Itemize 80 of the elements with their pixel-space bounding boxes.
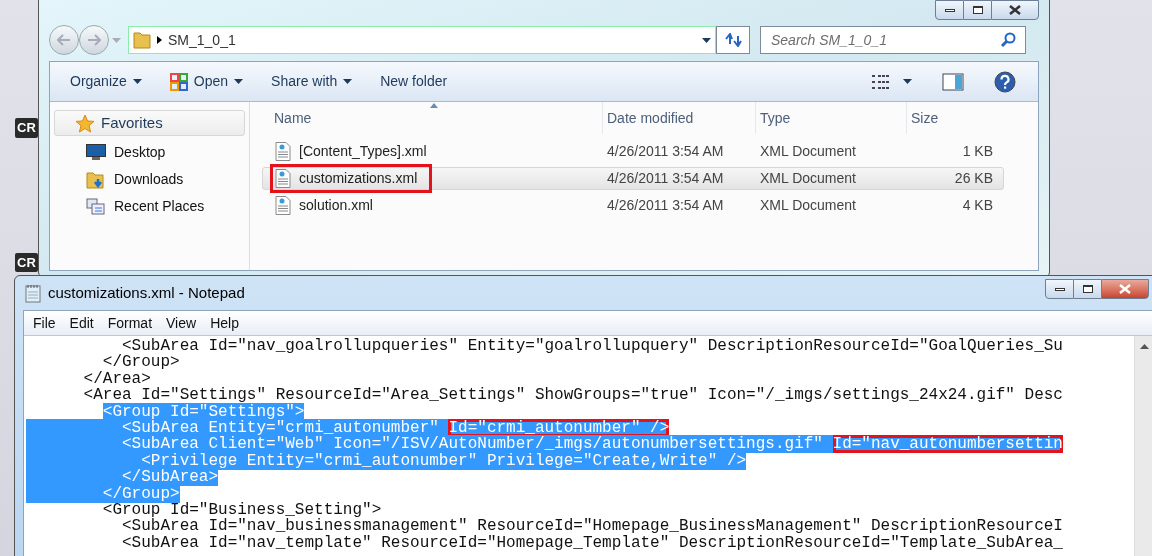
document-icon bbox=[275, 142, 291, 161]
search-field[interactable]: Search SM_1_0_1 bbox=[760, 26, 1026, 54]
scroll-up-arrow-icon bbox=[1140, 344, 1149, 349]
file-row[interactable]: [Content_Types].xml 4/26/2011 3:54 AM XML Document 1 KB bbox=[262, 140, 1004, 163]
column-header[interactable]: Name bbox=[262, 102, 602, 134]
chevron-icon bbox=[157, 36, 162, 44]
monitor-icon bbox=[86, 144, 106, 161]
caret-icon bbox=[234, 79, 244, 84]
view-list-icon[interactable] bbox=[871, 73, 891, 90]
toolbar-button[interactable]: New folder bbox=[380, 71, 448, 92]
code-line: </SubArea> bbox=[26, 469, 1134, 486]
sidebar-item[interactable]: Downloads bbox=[54, 169, 245, 190]
column-header[interactable]: Date modified bbox=[602, 102, 755, 134]
sidebar-item[interactable]: Recent Places bbox=[54, 196, 245, 217]
folder-download-icon bbox=[86, 170, 106, 189]
menu-item[interactable]: Format bbox=[102, 312, 158, 334]
file-row[interactable]: customizations.xml 4/26/2011 3:54 AM XML Document 26 KB bbox=[262, 167, 1004, 190]
folder-icon bbox=[133, 31, 151, 49]
toolbar-button[interactable]: Organize bbox=[70, 71, 142, 92]
window-title: customizations.xml - Notepad bbox=[48, 282, 245, 303]
toolbar-button[interactable]: Open bbox=[169, 71, 244, 92]
type-cell-text: XML Document bbox=[759, 142, 857, 161]
address-bar[interactable]: SM_1_0_1 bbox=[128, 26, 716, 54]
file-row[interactable]: solution.xml 4/26/2011 3:54 AM XML Document 4 KB bbox=[262, 194, 1004, 217]
maximize-button[interactable] bbox=[964, 0, 991, 20]
date-cell-text: 4/26/2011 3:54 AM bbox=[606, 142, 725, 161]
code-line: </Group> bbox=[102, 354, 181, 371]
file-name: customizations.xml bbox=[273, 167, 430, 190]
date-cell-text: 4/26/2011 3:54 AM bbox=[606, 169, 725, 188]
menu-item[interactable]: Edit bbox=[64, 312, 99, 334]
menu-item[interactable]: View bbox=[161, 312, 202, 334]
breadcrumb-text[interactable]: SM_1_0_1 bbox=[168, 29, 236, 51]
size-cell-text: 26 KB bbox=[953, 169, 993, 188]
desktop-icon-label[interactable]: CR bbox=[15, 252, 38, 272]
code-line: <Area Id="Settings" ResourceId="Area_Settings" ShowGroups="true" Icon="/_imgs/settings_24x24.gif" Desc bbox=[82, 387, 1064, 404]
minimize-button[interactable] bbox=[1045, 279, 1074, 299]
close-button[interactable] bbox=[991, 0, 1039, 20]
code-line: </Area> bbox=[82, 370, 151, 388]
column-header[interactable]: Size bbox=[906, 102, 994, 134]
code-line: <SubArea Id="nav_goalrollupqueries" Entity="goalrollupquery" DescriptionResourceId="GoalQueries_Su bbox=[122, 338, 1064, 355]
notepad-icon bbox=[25, 283, 42, 303]
size-cell-text: 4 KB bbox=[961, 196, 993, 215]
back-arrow-icon bbox=[57, 34, 71, 46]
favorites-header[interactable]: Favorites bbox=[54, 110, 245, 136]
vertical-scrollbar[interactable] bbox=[1134, 336, 1152, 556]
close-icon bbox=[1009, 5, 1021, 15]
type-cell-text: XML Document bbox=[759, 169, 857, 188]
code-line: <Group Id="Business_Setting"> bbox=[101, 501, 382, 519]
search-icon bbox=[1000, 32, 1016, 48]
toolbar-button[interactable]: Share with bbox=[271, 71, 353, 92]
recent-places-icon bbox=[86, 197, 106, 216]
column-header[interactable]: Type bbox=[755, 102, 906, 134]
size-cell-text: 1 KB bbox=[961, 142, 993, 161]
grid-icon bbox=[169, 72, 188, 91]
dropdown-caret-icon bbox=[112, 37, 121, 43]
caret-icon bbox=[343, 79, 353, 84]
refresh-arrows-icon bbox=[724, 33, 742, 47]
code-line: <SubArea Id="nav_template" ResourceId="Homepage_Template" DescriptionResourceId="Template_SubArea_ bbox=[121, 534, 1064, 552]
sidebar-item[interactable]: Desktop bbox=[54, 142, 245, 163]
refresh-button[interactable] bbox=[716, 26, 750, 54]
menu-item[interactable]: Help bbox=[205, 312, 244, 334]
caret-icon bbox=[903, 79, 912, 84]
forward-arrow-icon bbox=[87, 34, 101, 46]
maximize-button[interactable] bbox=[1074, 279, 1101, 299]
file-name: solution.xml bbox=[273, 194, 375, 217]
menu-item[interactable]: File bbox=[28, 312, 61, 334]
document-icon bbox=[275, 196, 291, 215]
minimize-button[interactable] bbox=[935, 0, 964, 20]
desktop-icon-label[interactable]: CR bbox=[15, 118, 38, 138]
date-cell-text: 4/26/2011 3:54 AM bbox=[606, 196, 725, 215]
document-icon bbox=[275, 169, 291, 188]
help-icon[interactable] bbox=[994, 70, 1016, 93]
file-name: [Content_Types].xml bbox=[273, 140, 429, 163]
type-cell-text: XML Document bbox=[759, 196, 857, 215]
code-line: <SubArea Id="nav_businessmanagement" ResourceId="Homepage_BusinessManagement" DescriptionResourceI bbox=[122, 518, 1064, 535]
preview-pane-icon[interactable] bbox=[942, 72, 964, 91]
close-icon bbox=[1119, 284, 1131, 294]
caret-icon bbox=[132, 79, 142, 84]
star-icon bbox=[75, 113, 95, 133]
caret-icon bbox=[702, 37, 711, 43]
